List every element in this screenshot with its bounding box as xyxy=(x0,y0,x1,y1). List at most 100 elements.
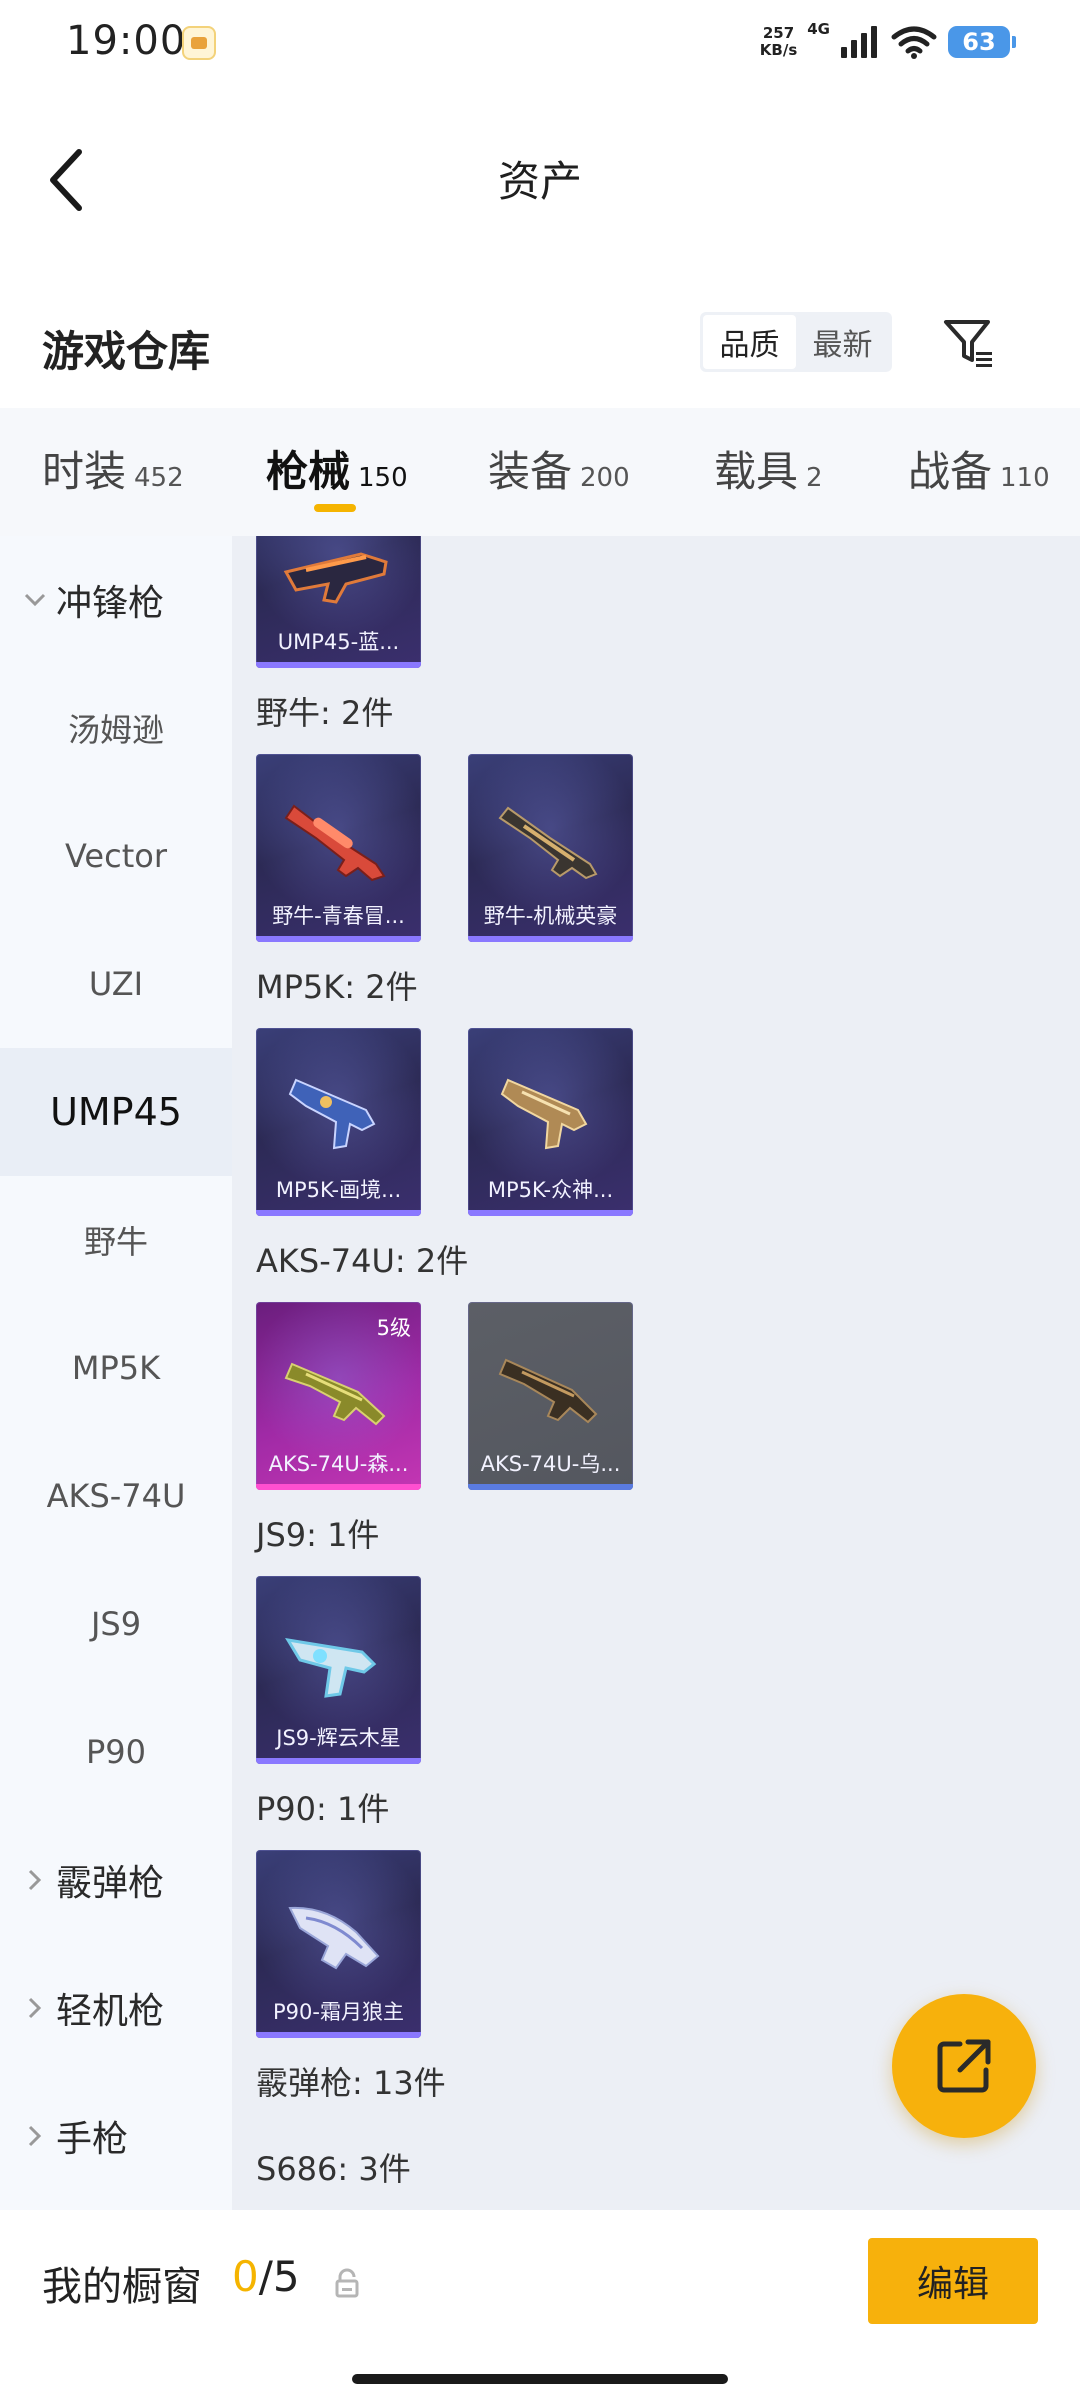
filter-icon xyxy=(944,320,992,367)
sidebar-item-label: P90 xyxy=(85,1733,146,1771)
weapon-card-name: AKS-74U-乌... xyxy=(480,1452,621,1476)
weapon-group-label: 霰弹枪: 13件 xyxy=(256,2064,446,2102)
rarity-bar xyxy=(256,936,421,942)
tab-label: 战备 xyxy=(908,447,993,496)
tab-equipment[interactable]: 装备 200 xyxy=(488,438,630,499)
status-time: 19:00 xyxy=(66,18,187,64)
sidebar-item-vector[interactable]: Vector xyxy=(0,792,232,920)
weapon-level-badge: 5级 xyxy=(376,1316,411,1340)
rarity-bar xyxy=(256,1210,421,1216)
chevron-down-icon xyxy=(18,583,52,617)
network-type-label: 4G xyxy=(807,20,830,38)
showcase-label: 我的橱窗 xyxy=(42,2264,202,2310)
showcase-count: 0/5 xyxy=(232,2252,300,2301)
sidebar-item-label: Vector xyxy=(65,837,167,875)
sidebar-item-bizon[interactable]: 野牛 xyxy=(0,1176,232,1304)
wifi-icon xyxy=(891,26,937,59)
sidebar-item-label: MP5K xyxy=(71,1349,161,1387)
sidebar-item-label: 野牛 xyxy=(83,1223,148,1261)
weapon-category-sidebar: 冲锋枪 汤姆逊 Vector UZI UMP45 野牛 MP5K AKS-74U… xyxy=(0,536,232,2210)
sidebar-item-label: UZI xyxy=(88,965,144,1003)
weapon-list: UMP45-蓝... 野牛: 2件 野牛-青春冒... 野牛-机械英豪 MP5K… xyxy=(232,536,1080,2210)
sort-option-newest[interactable]: 最新 xyxy=(796,315,889,369)
chevron-right-icon xyxy=(18,1863,52,1897)
bizon-gun-icon xyxy=(498,806,598,880)
weapon-group-label: P90: 1件 xyxy=(256,1790,390,1828)
weapon-card-mp5k-gods[interactable]: MP5K-众神... xyxy=(468,1028,633,1216)
tab-label: 枪械 xyxy=(266,447,351,496)
sidebar-item-js9[interactable]: JS9 xyxy=(0,1560,232,1688)
mp5k-gun-icon xyxy=(288,1078,376,1150)
tab-count: 2 xyxy=(806,463,823,493)
network-speed-value: 257 xyxy=(762,24,795,42)
sidebar-group-pistol[interactable]: 手枪 xyxy=(0,2072,232,2200)
showcase-total-count: /5 xyxy=(258,2252,300,2301)
sidebar-item-label: UMP45 xyxy=(50,1090,182,1134)
weapon-card-name: 野牛-青春冒... xyxy=(272,904,405,928)
tab-label: 载具 xyxy=(714,447,799,496)
battery-indicator: 63 xyxy=(948,26,1016,58)
network-speed-unit: KB/s xyxy=(759,41,798,59)
sidebar-group-lmg[interactable]: 轻机枪 xyxy=(0,1944,232,2072)
rarity-bar xyxy=(256,2032,421,2038)
rarity-bar xyxy=(468,1210,633,1216)
weapon-card-mp5k-painting[interactable]: MP5K-画境... xyxy=(256,1028,421,1216)
edit-button[interactable]: 编辑 xyxy=(868,2238,1038,2324)
tab-combat-gear[interactable]: 战备 110 xyxy=(908,438,1050,499)
category-tabs: 时装 452 枪械 150 装备 200 载具 2 战备 110 xyxy=(0,408,1080,536)
sidebar-group-label: 霰弹枪 xyxy=(56,1863,165,1904)
weapon-card-js9-jupiter[interactable]: JS9-辉云木星 xyxy=(256,1576,421,1764)
showcase-current-count: 0 xyxy=(232,2252,259,2301)
tab-fashion[interactable]: 时装 452 xyxy=(42,438,184,499)
weapon-card-name: P90-霜月狼主 xyxy=(273,2000,404,2024)
weapon-card-name: UMP45-蓝... xyxy=(277,630,400,654)
share-button[interactable] xyxy=(892,1994,1036,2138)
page-title: 资产 xyxy=(497,157,582,206)
sidebar-item-ump45[interactable]: UMP45 xyxy=(0,1048,232,1176)
weapon-card-name: MP5K-画境... xyxy=(275,1178,402,1202)
sidebar-item-p90[interactable]: P90 xyxy=(0,1688,232,1816)
sidebar-item-label: AKS-74U xyxy=(46,1477,186,1515)
sidebar-group-label: 手枪 xyxy=(56,2119,129,2160)
cellular-signal-icon xyxy=(841,26,877,58)
tab-label: 时装 xyxy=(42,447,127,496)
sort-toggle: 品质 最新 xyxy=(700,312,892,372)
p90-gun-icon xyxy=(288,1906,380,1970)
sidebar-group-smg[interactable]: 冲锋枪 xyxy=(0,536,232,664)
weapon-card-aks74u-forest[interactable]: 5级 AKS-74U-森... xyxy=(256,1302,421,1490)
weapon-card-name: AKS-74U-森... xyxy=(268,1452,409,1476)
bizon-gun-icon xyxy=(284,804,386,882)
showcase-bar: 我的橱窗 0/5 编辑 xyxy=(0,2210,1080,2400)
sort-option-quality[interactable]: 品质 xyxy=(703,315,796,369)
tab-label: 装备 xyxy=(488,447,573,496)
weapon-group-label: MP5K: 2件 xyxy=(256,968,418,1006)
chevron-right-icon xyxy=(18,2119,52,2153)
home-indicator xyxy=(352,2374,728,2384)
sidebar-item-aks74u[interactable]: AKS-74U xyxy=(0,1432,232,1560)
tab-vehicles[interactable]: 载具 2 xyxy=(714,438,823,499)
weapon-card-bizon-youth[interactable]: 野牛-青春冒... xyxy=(256,754,421,942)
weapon-card-name: 野牛-机械英豪 xyxy=(483,904,618,928)
chevron-right-icon xyxy=(18,1991,52,2025)
sidebar-group-label: 轻机枪 xyxy=(56,1991,165,2032)
rarity-bar xyxy=(468,936,633,942)
sidebar-group-shotgun[interactable]: 霰弹枪 xyxy=(0,1816,232,1944)
weapon-group-label: JS9: 1件 xyxy=(256,1516,380,1554)
filter-button[interactable] xyxy=(940,314,996,370)
tab-count: 150 xyxy=(358,463,408,493)
warehouse-title: 游戏仓库 xyxy=(42,327,211,376)
weapon-group-label: S686: 3件 xyxy=(256,2150,411,2188)
tab-firearms[interactable]: 枪械 150 xyxy=(266,438,408,499)
rarity-bar xyxy=(256,1484,421,1490)
ump45-gun-icon xyxy=(283,552,388,604)
weapon-card-aks74u-crow[interactable]: AKS-74U-乌... xyxy=(468,1302,633,1490)
sidebar-item-thompson[interactable]: 汤姆逊 xyxy=(0,664,232,792)
weapon-card-name: JS9-辉云木星 xyxy=(276,1726,401,1750)
weapon-card-p90-frost[interactable]: P90-霜月狼主 xyxy=(256,1850,421,2038)
weapon-card-bizon-mech[interactable]: 野牛-机械英豪 xyxy=(468,754,633,942)
sidebar-item-mp5k[interactable]: MP5K xyxy=(0,1304,232,1432)
tab-count: 200 xyxy=(580,463,630,493)
sidebar-item-uzi[interactable]: UZI xyxy=(0,920,232,1048)
js9-gun-icon xyxy=(285,1638,377,1698)
weapon-card-ump45[interactable]: UMP45-蓝... xyxy=(256,536,421,668)
